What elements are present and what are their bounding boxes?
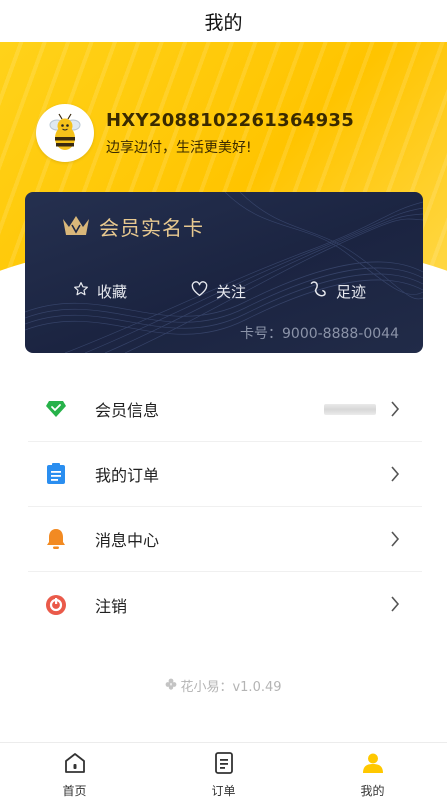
member-card[interactable]: 会员实名卡 收藏 关注 足迹 卡号：9000-8888-0044 [25,192,423,353]
chevron-right-icon [390,466,400,486]
menu-item-logout[interactable]: 注销 [28,572,422,637]
profile-header[interactable]: HXY2088102261364935 边享边付，生活更美好! [36,104,354,162]
tab-orders[interactable]: 订单 [149,743,298,797]
menu-item-member-info[interactable]: 会员信息 [28,377,422,442]
logout-icon [45,594,67,616]
menu-label: 注销 [95,596,128,616]
flower-logo-icon [165,678,180,694]
card-actions: 收藏 关注 足迹 [25,280,423,302]
favorites-button[interactable]: 收藏 [73,280,127,302]
version-text: 花小易：v1.0.49 [180,680,282,695]
user-icon [361,751,385,779]
follow-button[interactable]: 关注 [191,280,246,302]
history-button[interactable]: 足迹 [308,280,366,302]
card-title: 会员实名卡 [99,216,204,240]
bee-avatar-icon[interactable] [36,104,94,162]
footprint-icon [308,280,336,302]
order-icon [213,751,235,779]
follow-label: 关注 [216,282,247,301]
bottom-tab-bar: 首页 订单 我的 [0,742,447,797]
card-number: 卡号：9000-8888-0044 [240,326,399,342]
menu-label: 会员信息 [95,401,160,420]
chevron-right-icon [390,596,400,616]
app-version: 花小易：v1.0.49 [0,676,447,695]
heart-outline-icon [191,281,216,301]
tab-mine[interactable]: 我的 [298,743,447,797]
star-outline-icon [73,281,97,301]
settings-menu: 会员信息 我的订单 消息中心 注销 [28,377,422,637]
chevron-right-icon [390,531,400,551]
favorites-label: 收藏 [97,282,128,301]
tab-home[interactable]: 首页 [0,743,149,797]
bell-icon [45,528,67,550]
menu-item-my-orders[interactable]: 我的订单 [28,442,422,507]
username: HXY2088102261364935 [106,109,355,131]
chevron-right-icon [390,401,400,421]
tab-label: 订单 [211,784,236,797]
card-header: 会员实名卡 [61,212,204,241]
top-bar: 我的 [0,0,447,42]
tab-label: 我的 [360,784,385,797]
member-info-preview [324,404,376,415]
page-title: 我的 [204,11,243,34]
home-icon [63,751,87,779]
menu-label: 消息中心 [95,531,160,550]
tab-label: 首页 [62,784,87,797]
menu-label: 我的订单 [95,466,160,485]
diamond-icon [45,398,67,420]
crown-icon [61,213,91,241]
history-label: 足迹 [336,282,367,301]
profile-slogan: 边享边付，生活更美好! [106,139,252,156]
menu-item-message-center[interactable]: 消息中心 [28,507,422,572]
clipboard-icon [45,463,67,485]
